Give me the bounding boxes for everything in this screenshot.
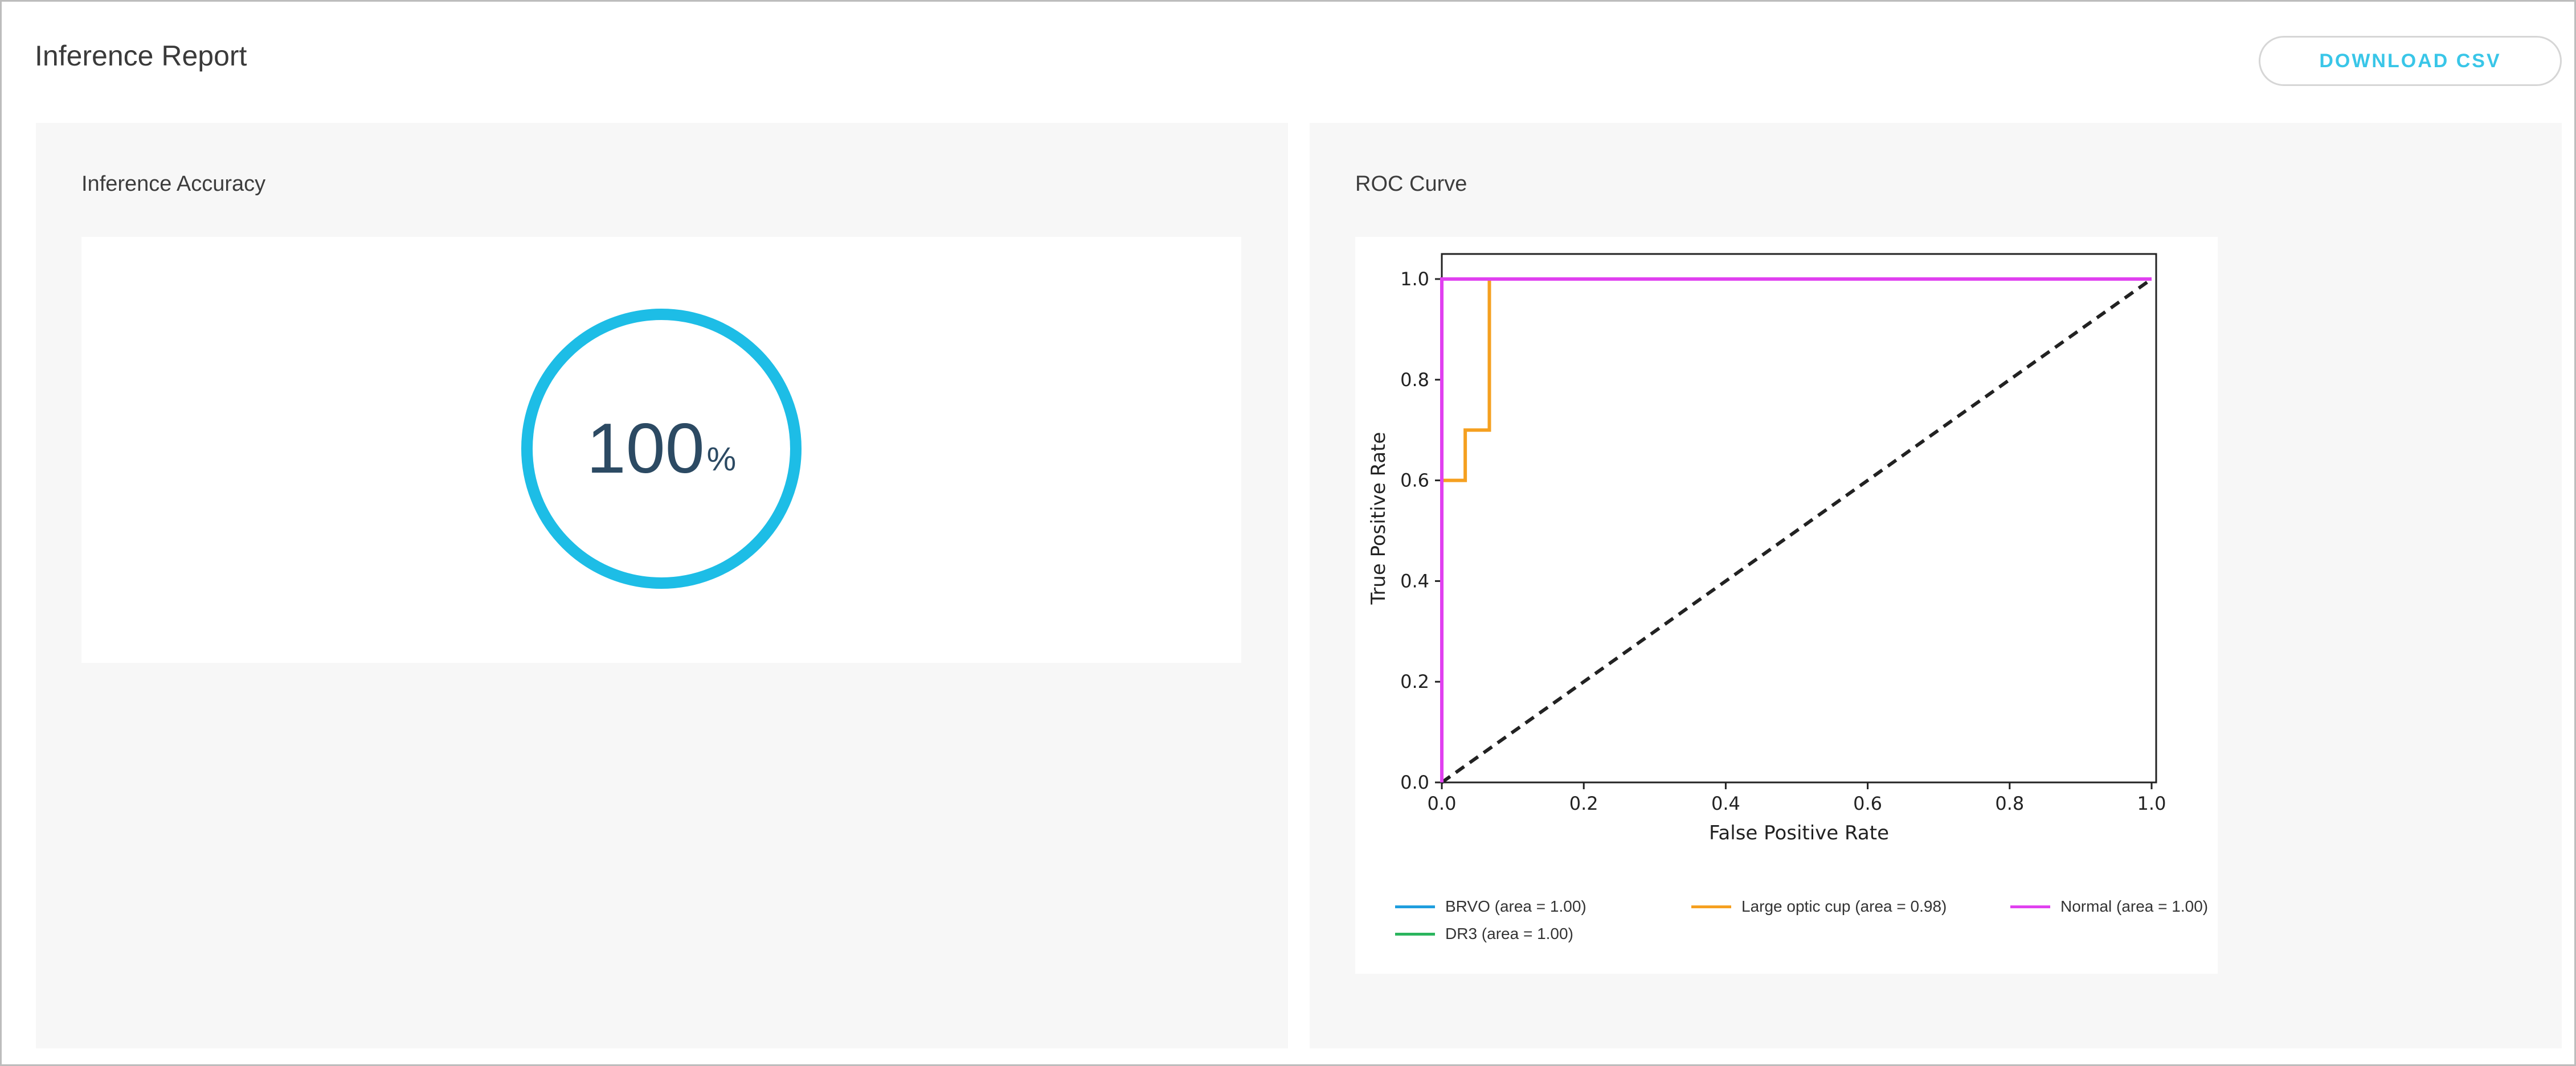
legend-swatch	[2010, 905, 2050, 908]
legend-item: BRVO (area = 1.00)	[1395, 897, 1587, 916]
roc-legend: BRVO (area = 1.00) Large optic cup (area …	[1395, 897, 2215, 954]
x-tick-label: 1.0	[2137, 793, 2166, 814]
report-window: Inference Report DOWNLOAD CSV Inference …	[0, 0, 2576, 1066]
legend-label: DR3 (area = 1.00)	[1445, 925, 1573, 942]
roc-curve-panel: ROC Curve 0.0 0.2 0.4 0.6 0.8 1.0 0.0 0.2 0.4 0.6…	[1310, 123, 2562, 1048]
legend-label: Large optic cup (area = 0.98)	[1741, 897, 1947, 915]
y-tick-label: 0.4	[1400, 570, 1429, 592]
y-tick-label: 0.2	[1400, 671, 1429, 692]
accuracy-unit: %	[706, 440, 737, 478]
accuracy-number: 100	[586, 409, 705, 488]
x-tick-label: 0.4	[1711, 793, 1740, 814]
roc-chart-card: 0.0 0.2 0.4 0.6 0.8 1.0 0.0 0.2 0.4 0.6 0.8 1.0 Fals…	[1355, 237, 2218, 974]
legend-item: Normal (area = 1.00)	[2010, 897, 2208, 916]
inference-accuracy-title: Inference Accuracy	[81, 172, 266, 196]
legend-swatch	[1691, 905, 1731, 908]
page-title: Inference Report	[35, 40, 247, 72]
legend-swatch	[1395, 905, 1435, 908]
y-axis-label: True Positive Rate	[1367, 432, 1390, 605]
y-tick-label: 0.0	[1400, 772, 1429, 793]
legend-item: DR3 (area = 1.00)	[1395, 925, 1573, 943]
legend-swatch	[1395, 932, 1435, 936]
roc-chart: 0.0 0.2 0.4 0.6 0.8 1.0 0.0 0.2 0.4 0.6 0.8 1.0 Fals…	[1367, 253, 2166, 844]
legend-item: Large optic cup (area = 0.98)	[1691, 897, 1947, 916]
x-tick-label: 0.0	[1428, 793, 1457, 814]
inference-accuracy-panel: Inference Accuracy 100 %	[36, 123, 1288, 1048]
accuracy-card: 100 %	[81, 237, 1241, 663]
x-tick-label: 0.8	[1995, 793, 2024, 814]
x-axis-label: False Positive Rate	[1709, 822, 1889, 844]
roc-curve-title: ROC Curve	[1355, 172, 1467, 196]
plot-area-frame	[1441, 253, 2157, 784]
download-csv-button[interactable]: DOWNLOAD CSV	[2259, 36, 2562, 86]
y-tick-label: 0.8	[1400, 369, 1429, 391]
x-tick-label: 0.6	[1853, 793, 1882, 814]
y-tick-label: 0.6	[1400, 470, 1429, 491]
legend-label: BRVO (area = 1.00)	[1445, 897, 1587, 915]
accuracy-value: 100 %	[518, 305, 805, 592]
accuracy-gauge: 100 %	[518, 305, 805, 592]
y-tick-label: 1.0	[1400, 268, 1429, 290]
x-tick-label: 0.2	[1569, 793, 1598, 814]
legend-label: Normal (area = 1.00)	[2060, 897, 2209, 915]
